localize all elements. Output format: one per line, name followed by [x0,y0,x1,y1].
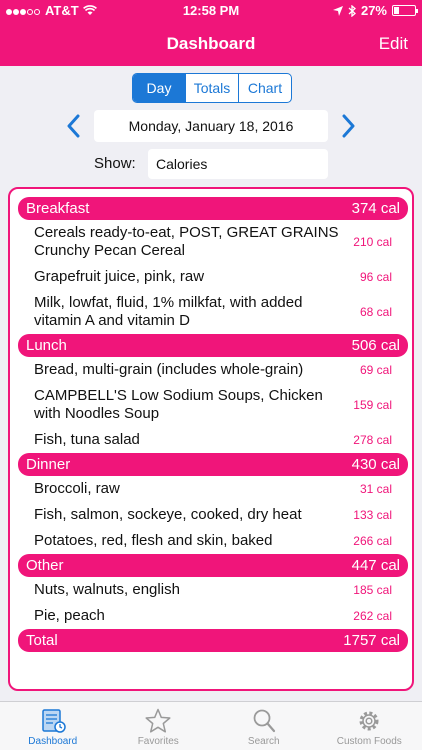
location-icon [332,5,343,16]
food-calories: 278 cal [353,433,392,447]
tab-search[interactable]: Search [211,702,317,750]
section-header-lunch[interactable]: Lunch 506 cal [18,334,408,357]
star-icon [145,708,171,733]
food-name: Potatoes, red, flesh and skin, baked [34,532,273,549]
dashboard-icon [42,709,66,733]
tab-bar: Dashboard Favorites Search Custom Foods [0,701,422,750]
food-row[interactable]: Fish, salmon, sockeye, cooked, dry heat 1… [18,502,408,528]
total-value: 1757 cal [343,632,400,649]
section-name: Dinner [26,456,71,473]
segment-day[interactable]: Day [133,74,186,102]
gear-icon [359,711,379,731]
tab-dashboard[interactable]: Dashboard [0,702,106,750]
status-right-group: 27% [332,3,418,18]
food-log-list: Breakfast 374 cal Cereals ready-to-eat, P… [18,197,408,652]
total-row: Total 1757 cal [18,629,408,652]
battery-fill [394,7,399,14]
food-row[interactable]: Cereals ready-to-eat, POST, GREAT GRAINS… [18,220,408,264]
food-calories: 210 cal [353,235,392,249]
view-segmented-control: Day Totals Chart [132,73,292,103]
food-calories: 133 cal [353,508,392,522]
show-label: Show: [94,155,136,172]
food-calories: 185 cal [353,583,392,597]
food-name: Cereals ready-to-eat, POST, GREAT GRAINS… [34,224,339,259]
food-row[interactable]: Bread, multi-grain (includes whole-grain… [18,357,408,383]
food-row[interactable]: Nuts, walnuts, english 185 cal [18,577,408,603]
navigation-header: AT&T 12:58 PM 27% Dashboard Edit [0,0,422,66]
food-name: Bread, multi-grain (includes whole-grain… [34,361,304,378]
previous-day-chevron-icon[interactable] [62,113,86,139]
food-name: Nuts, walnuts, english [34,581,180,598]
total-label: Total [26,632,58,649]
food-calories: 31 cal [359,482,392,496]
tab-label: Custom Foods [336,736,402,747]
section-total: 447 cal [351,557,400,574]
food-calories: 159 cal [353,398,392,412]
battery-icon [392,5,418,16]
food-name: Pie, peach [34,607,105,624]
edit-button[interactable]: Edit [379,34,408,54]
tab-label: Dashboard [28,736,78,747]
date-field[interactable]: Monday, January 18, 2016 [94,110,328,142]
food-calories: 262 cal [353,609,392,623]
food-calories: 266 cal [353,534,392,548]
food-name: Grapefruit juice, pink, raw [34,268,205,285]
tab-custom-foods[interactable]: Custom Foods [317,702,422,750]
food-row[interactable]: Milk, lowfat, fluid, 1% milkfat, with ad… [18,290,408,334]
section-name: Breakfast [26,200,90,217]
section-header-breakfast[interactable]: Breakfast 374 cal [18,197,408,220]
food-log-panel: Breakfast 374 cal Cereals ready-to-eat, P… [8,187,414,691]
section-header-dinner[interactable]: Dinner 430 cal [18,453,408,476]
food-row[interactable]: CAMPBELL'S Low Sodium Soups, Chicken wit… [18,383,408,427]
food-calories: 68 cal [359,305,392,319]
bluetooth-icon [348,4,356,17]
food-name: Milk, lowfat, fluid, 1% milkfat, with ad… [34,294,303,329]
section-header-other[interactable]: Other 447 cal [18,554,408,577]
section-total: 430 cal [351,456,400,473]
status-bar: AT&T 12:58 PM 27% [0,0,422,22]
next-day-chevron-icon[interactable] [336,113,360,139]
search-icon [253,709,275,733]
battery-percent: 27% [360,3,387,18]
show-select[interactable]: Calories [148,149,328,179]
food-name: Fish, tuna salad [34,431,140,448]
food-row[interactable]: Broccoli, raw 31 cal [18,476,408,502]
food-row[interactable]: Fish, tuna salad 278 cal [18,427,408,453]
food-row[interactable]: Pie, peach 262 cal [18,603,408,629]
food-calories: 69 cal [359,363,392,377]
food-calories: 96 cal [359,270,392,284]
page-title: Dashboard [166,34,256,53]
section-name: Other [26,557,64,574]
tab-label: Search [247,736,280,747]
food-row[interactable]: Potatoes, red, flesh and skin, baked 266 … [18,528,408,554]
food-name: Broccoli, raw [34,480,120,497]
segment-chart[interactable]: Chart [239,74,291,102]
section-total: 506 cal [351,337,400,354]
segment-totals[interactable]: Totals [186,74,239,102]
section-total: 374 cal [351,200,400,217]
tab-favorites[interactable]: Favorites [106,702,212,750]
food-name: Fish, salmon, sockeye, cooked, dry heat [34,506,302,523]
section-name: Lunch [26,337,67,354]
food-row[interactable]: Grapefruit juice, pink, raw 96 cal [18,264,408,290]
food-name: CAMPBELL'S Low Sodium Soups, Chicken wit… [34,387,323,422]
tab-label: Favorites [137,736,179,747]
